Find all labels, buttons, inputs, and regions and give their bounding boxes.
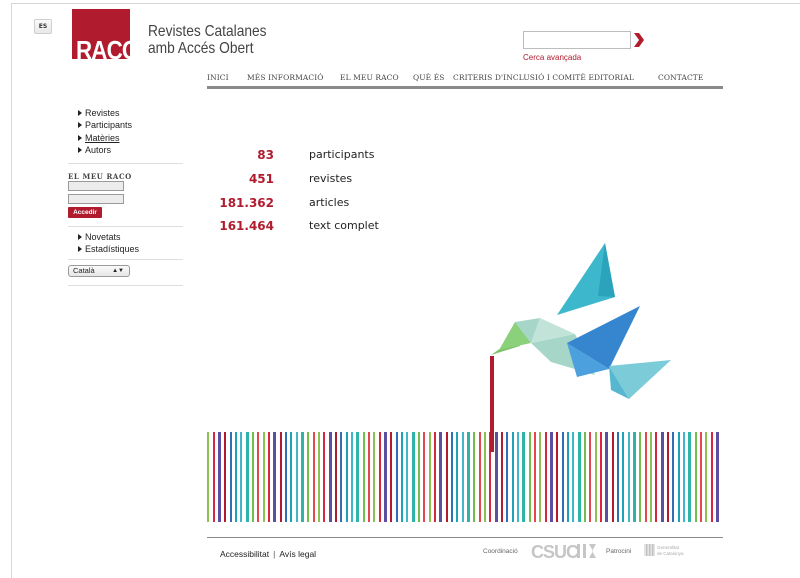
stat-text-complet: 161.464 text complet [219,219,526,233]
legal-link[interactable]: Avís legal [279,549,316,559]
stat-value: 181.362 [219,196,274,210]
advanced-search-link[interactable]: Cerca avançada [523,53,581,62]
footer-rule [207,537,723,538]
logo-text: RACO [76,35,130,59]
triangle-right-icon [78,122,82,129]
sidebar-extra: Novetats Estadístiques [78,231,139,256]
sidebar-browse: Revistes Participants Matèries Autors [78,107,132,156]
footer-links: Accessibilitat | Avís legal [220,549,316,559]
triangle-right-icon [78,146,82,153]
login-button[interactable]: Accedir [68,207,102,218]
coordination-label: Coordinació [483,548,518,555]
sidebar-divider [68,163,183,164]
triangle-right-icon [78,234,82,240]
stat-revistes: 451 revistes [226,172,526,186]
nav-criteris[interactable]: CRITERIS D'INCLUSIÓ I COMITÈ EDITORIAL [453,73,634,82]
sidebar-item-estadistiques[interactable]: Estadístiques [78,243,139,255]
sidebar-item-revistes[interactable]: Revistes [78,107,132,119]
select-arrows-icon: ▲▼ [112,268,124,274]
site-title-line1: Revistes Catalanes [148,23,267,40]
language-es-button[interactable]: ES [34,19,52,34]
stat-value: 161.464 [219,219,274,233]
sidebar-item-participants[interactable]: Participants [78,119,132,131]
stat-value: 83 [257,148,274,162]
nav-mes-informacio[interactable]: MÉS INFORMACIÓ [247,73,324,82]
nav-contacte[interactable]: CONTACTE [658,73,703,82]
stat-label: text complet [309,219,379,232]
library-consortium-icon[interactable] [575,543,599,559]
stat-value: 451 [248,172,274,186]
stat-label: revistes [309,172,353,185]
meu-raco-heading: EL MEU RACO [68,172,132,181]
chevron-right-icon[interactable] [633,32,645,48]
page-frame [11,3,800,578]
triangle-right-icon [78,246,82,253]
generalitat-logo-text: Generalitat de Catalunya [657,545,684,556]
csuc-logo[interactable]: CSUC [531,542,579,563]
sidebar-item-novetats[interactable]: Novetats [78,231,139,243]
language-select[interactable]: Català ▲▼ [68,265,130,277]
sidebar-divider [68,226,183,227]
username-field[interactable] [68,181,124,191]
site-title-line2: amb Accés Obert [148,40,254,57]
footer-separator: | [273,549,276,559]
sidebar-item-autors[interactable]: Autors [78,144,132,156]
raco-logo[interactable]: RACO [72,9,130,59]
password-field[interactable] [68,194,124,204]
nav-que-es[interactable]: QUÈ ÉS [413,73,445,82]
stat-label: articles [309,196,350,209]
triangle-right-icon [78,134,82,141]
nav-inici[interactable]: INICI [207,73,229,82]
sidebar-divider [68,285,183,286]
stat-participants: 83 participants [226,148,526,162]
search-input[interactable] [523,31,631,49]
stat-articles: 181.362 articles [219,196,526,210]
stat-label: participants [309,148,375,161]
patronage-label: Patrocini [606,548,632,555]
sidebar-divider [68,259,183,260]
accessibility-link[interactable]: Accessibilitat [220,549,269,559]
generalitat-icon[interactable] [644,544,655,556]
sidebar-item-materies[interactable]: Matèries [78,132,132,144]
main-nav: INICI MÉS INFORMACIÓ EL MEU RACO QUÈ ÉS … [207,71,723,89]
site-title: Revistes Catalanes amb Accés Obert [148,23,267,57]
nav-el-meu-raco[interactable]: EL MEU RACO [340,73,399,82]
triangle-right-icon [78,110,82,116]
